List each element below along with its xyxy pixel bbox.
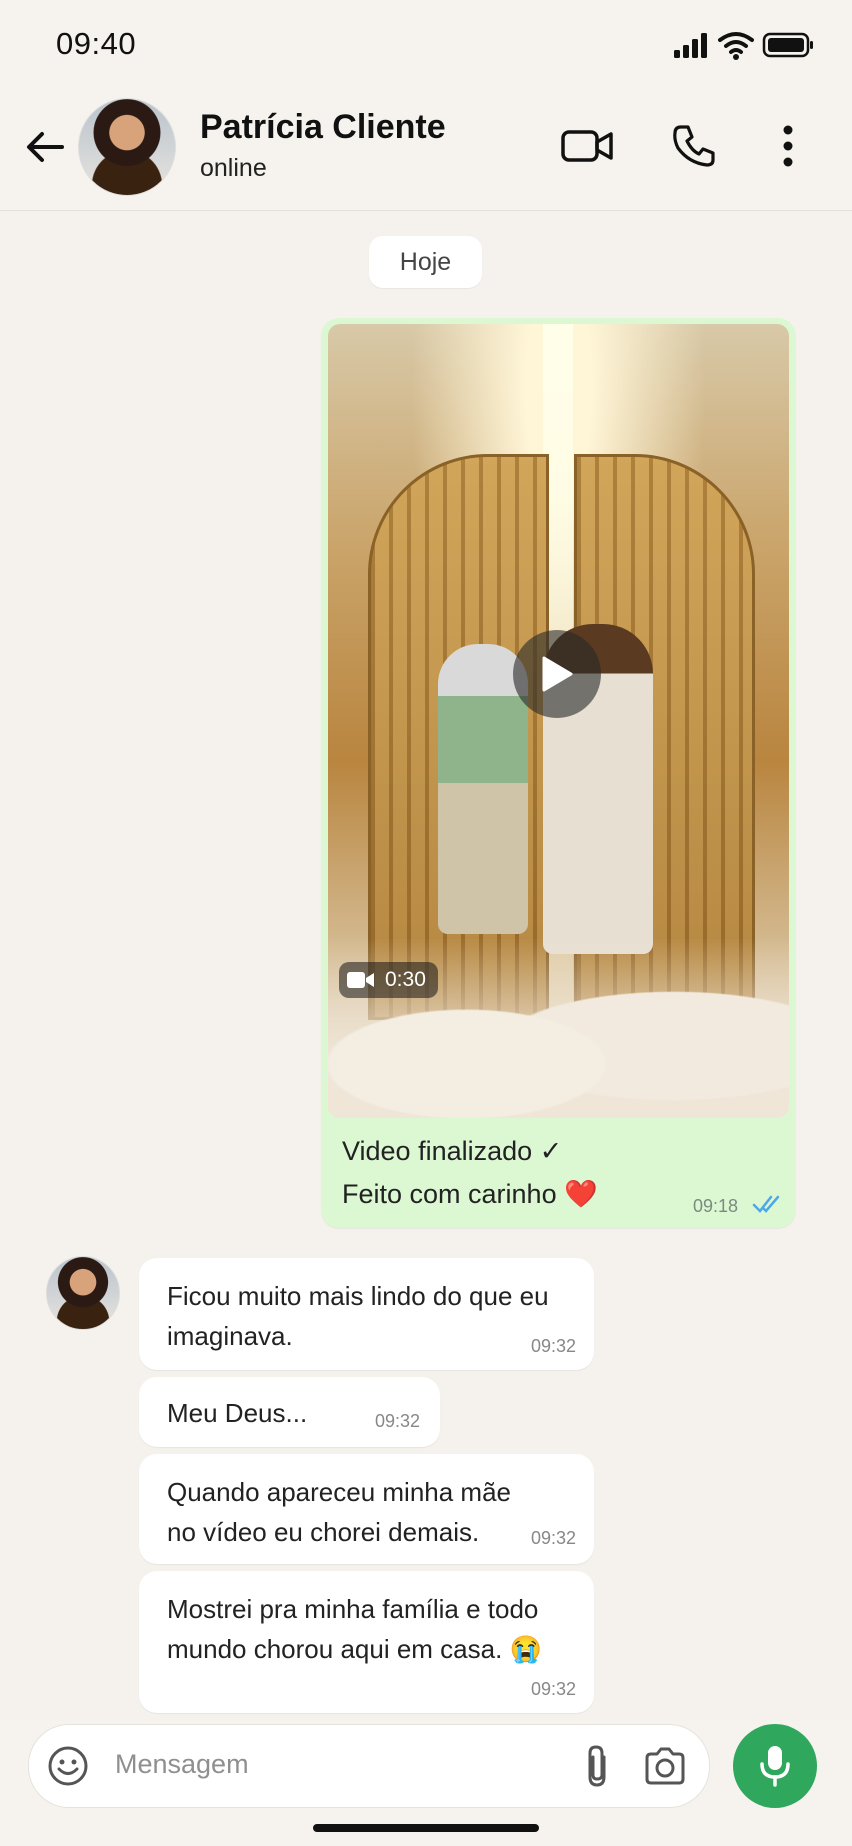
message-composer[interactable]: Mensagem bbox=[28, 1724, 710, 1808]
contact-avatar[interactable] bbox=[78, 98, 176, 196]
home-indicator[interactable] bbox=[313, 1824, 539, 1832]
more-options-button[interactable] bbox=[760, 118, 816, 174]
message-text: Ficou muito mais lindo do que eu imagina… bbox=[167, 1281, 549, 1351]
date-chip: Hoje bbox=[369, 236, 482, 288]
battery-icon bbox=[762, 32, 813, 58]
message-text: Mostrei pra minha família e todo mundo c… bbox=[167, 1594, 542, 1664]
contact-name[interactable]: Patrícia Cliente bbox=[200, 108, 446, 147]
message-time: 09:32 bbox=[530, 1528, 576, 1548]
incoming-message[interactable]: Ficou muito mais lindo do que eu imagina… bbox=[139, 1258, 594, 1370]
message-time: 09:32 bbox=[530, 1336, 576, 1356]
play-icon bbox=[542, 656, 573, 692]
message-input[interactable]: Mensagem bbox=[115, 1749, 249, 1780]
status-time: 09:40 bbox=[56, 26, 137, 61]
signal-icon bbox=[674, 33, 707, 58]
phone-icon bbox=[673, 125, 715, 167]
microphone-icon bbox=[760, 1746, 790, 1787]
incoming-message[interactable]: Quando apareceu minha mãe no vídeo eu ch… bbox=[139, 1454, 594, 1564]
outgoing-video-message[interactable]: 0:30 Video finalizado ✓ Feito com carinh… bbox=[321, 318, 796, 1228]
wifi-icon bbox=[718, 32, 754, 60]
outgoing-caption-line2: Feito com carinho ❤️ bbox=[342, 1178, 598, 1210]
double-check-icon bbox=[752, 1195, 780, 1213]
arrow-left-icon[interactable] bbox=[22, 124, 68, 170]
paperclip-icon[interactable] bbox=[582, 1743, 612, 1789]
incoming-message[interactable]: Mostrei pra minha família e todo mundo c… bbox=[139, 1571, 594, 1713]
emoji-icon[interactable] bbox=[47, 1745, 89, 1787]
caption-text-2: Feito com carinho ❤️ bbox=[342, 1179, 598, 1209]
sender-avatar[interactable] bbox=[46, 1256, 120, 1330]
mic-button[interactable] bbox=[733, 1724, 817, 1808]
video-duration: 0:30 bbox=[385, 968, 426, 991]
video-thumbnail[interactable]: 0:30 bbox=[328, 324, 789, 1118]
message-time: 09:32 bbox=[530, 1679, 576, 1699]
video-camera-icon bbox=[347, 972, 374, 988]
status-icons bbox=[674, 32, 813, 60]
chat-header: Patrícia Cliente online bbox=[0, 90, 852, 211]
status-bar: 09:40 bbox=[0, 0, 852, 90]
message-time: 09:18 bbox=[692, 1196, 738, 1216]
message-time: 09:32 bbox=[374, 1411, 420, 1431]
voice-call-button[interactable] bbox=[666, 118, 722, 174]
camera-icon[interactable] bbox=[643, 1746, 687, 1786]
more-vertical-icon bbox=[783, 125, 793, 167]
message-text: Meu Deus... bbox=[167, 1398, 308, 1428]
video-camera-icon bbox=[561, 130, 613, 162]
video-duration-badge: 0:30 bbox=[339, 962, 438, 998]
play-button[interactable] bbox=[513, 630, 601, 718]
caption-text-1: Video finalizado ✓ bbox=[342, 1136, 563, 1166]
video-call-button[interactable] bbox=[559, 118, 615, 174]
outgoing-caption-line1: Video finalizado ✓ bbox=[342, 1136, 562, 1167]
incoming-message[interactable]: Meu Deus... 09:32 bbox=[139, 1377, 440, 1447]
contact-status: online bbox=[200, 154, 267, 182]
message-text: Quando apareceu minha mãe no vídeo eu ch… bbox=[167, 1477, 512, 1547]
